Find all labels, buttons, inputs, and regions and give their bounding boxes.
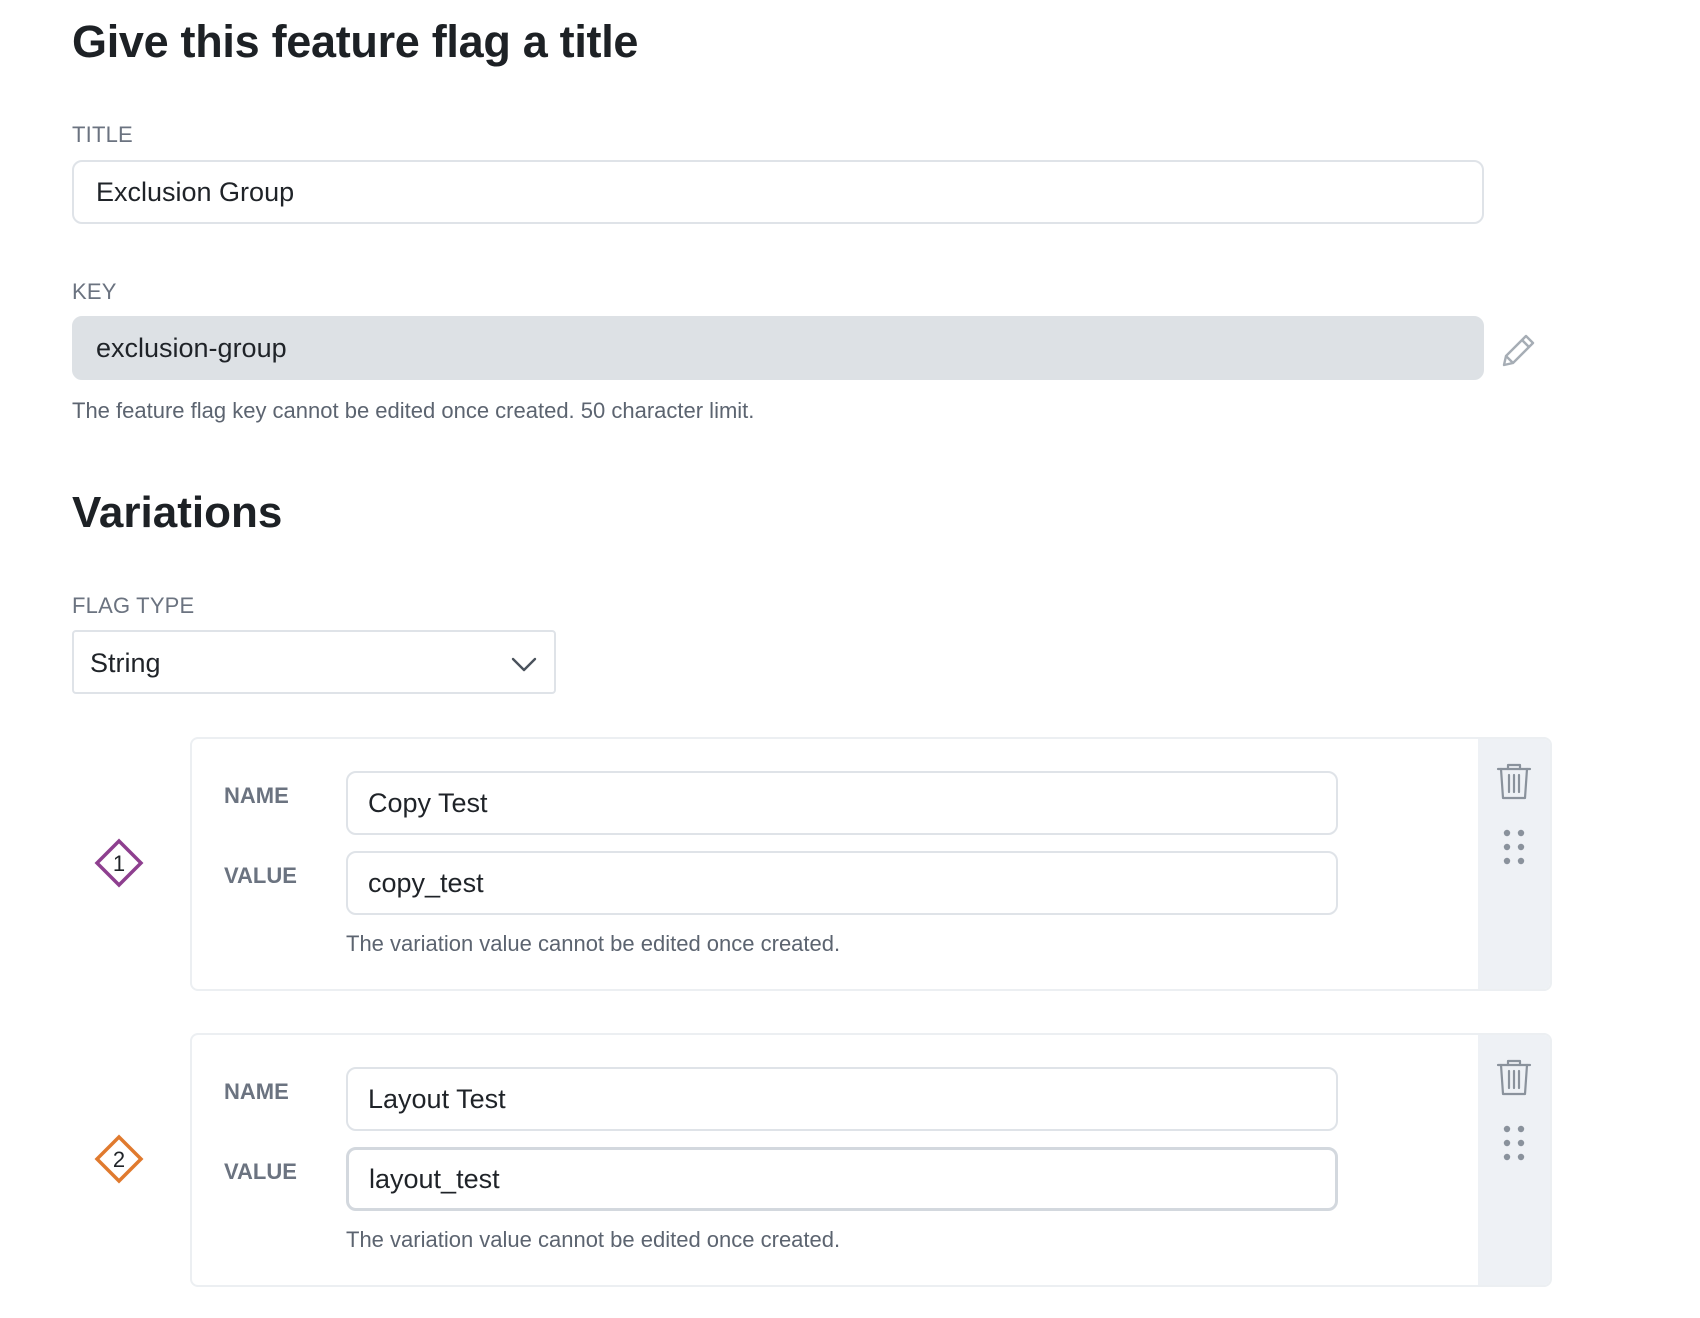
key-input	[72, 316, 1484, 380]
variation-number: 2	[113, 1147, 125, 1172]
variation-name-input[interactable]	[346, 1067, 1338, 1131]
variation-value-label: VALUE	[224, 863, 297, 888]
variation-2-diamond-icon: 2	[94, 1134, 144, 1184]
variations-heading: Variations	[72, 488, 283, 537]
trash-icon[interactable]	[1492, 1055, 1536, 1099]
variation-item: 1 NAME VALUE The variation value cannot …	[72, 737, 1552, 991]
variation-name-label: NAME	[224, 783, 289, 808]
variation-number: 1	[113, 851, 125, 876]
variation-name-label: NAME	[224, 1079, 289, 1104]
pencil-icon[interactable]	[1495, 328, 1541, 374]
flag-type-value: String	[90, 648, 161, 678]
variation-helper-text: The variation value cannot be edited onc…	[346, 931, 841, 956]
variation-name-input[interactable]	[346, 771, 1338, 835]
trash-icon[interactable]	[1492, 759, 1536, 803]
title-input[interactable]	[72, 160, 1484, 224]
drag-handle-icon[interactable]	[1500, 1123, 1528, 1163]
chevron-down-icon	[510, 650, 538, 678]
variation-value-input[interactable]	[346, 851, 1338, 915]
variation-value-input[interactable]	[346, 1147, 1338, 1211]
drag-handle-icon[interactable]	[1500, 827, 1528, 867]
variation-actions	[1478, 739, 1550, 989]
variation-card: NAME VALUE The variation value cannot be…	[190, 1033, 1552, 1287]
variation-1-diamond-icon: 1	[94, 838, 144, 888]
variation-value-label: VALUE	[224, 1159, 297, 1184]
key-label: KEY	[72, 279, 117, 304]
page-title: Give this feature flag a title	[72, 16, 639, 67]
variation-item: 2 NAME VALUE The variation value cannot …	[72, 1033, 1552, 1287]
variation-actions	[1478, 1035, 1550, 1285]
variation-helper-text: The variation value cannot be edited onc…	[346, 1227, 841, 1252]
flag-type-select[interactable]: String	[72, 630, 556, 694]
title-label: TITLE	[72, 122, 133, 147]
flag-type-label: FLAG TYPE	[72, 593, 195, 618]
variation-card: NAME VALUE The variation value cannot be…	[190, 737, 1552, 991]
key-helper-text: The feature flag key cannot be edited on…	[72, 398, 755, 423]
